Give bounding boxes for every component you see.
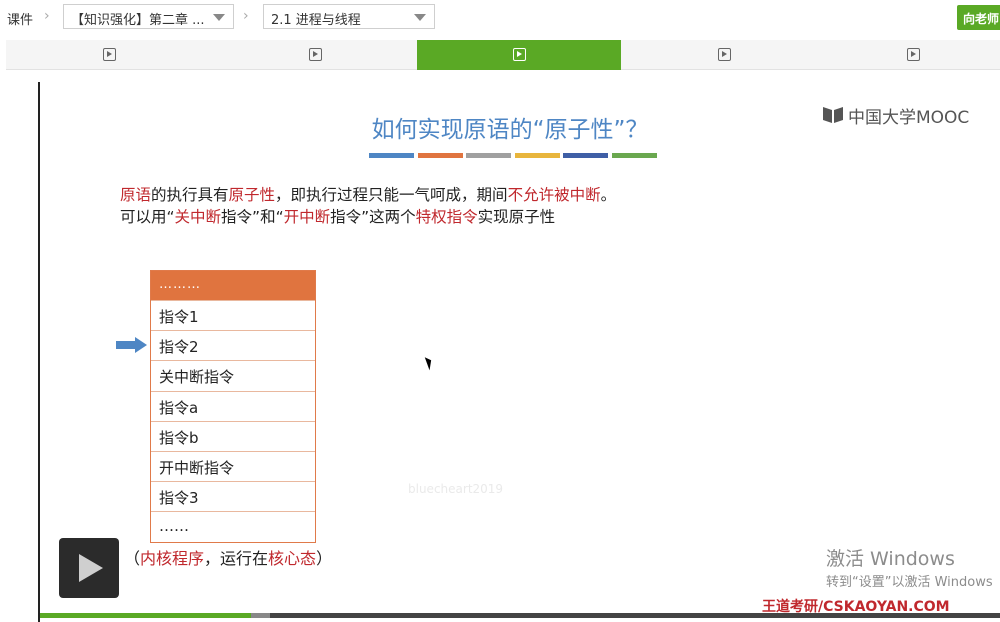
instruction-row: ……	[151, 511, 315, 542]
play-icon	[79, 554, 103, 582]
body-text: 实现原子性	[477, 208, 556, 226]
windows-activation-subtitle: 转到“设置”以激活 Windows	[826, 575, 993, 590]
body-text: 。	[600, 186, 617, 204]
instruction-table-header: ………	[151, 271, 315, 300]
video-icon	[308, 48, 322, 61]
highlight-text: 开中断	[283, 208, 331, 226]
body-text: ）	[316, 549, 333, 568]
video-icon	[907, 48, 920, 61]
slide-line-1: 原语的执行具有原子性，即执行过程只能一气呵成，期间不允许被中断。	[120, 183, 616, 205]
mooc-logo-text: 中国大学MOOC	[848, 108, 970, 128]
instruction-row: 指令3	[151, 481, 315, 512]
body-text: ，运行在	[204, 549, 269, 568]
unit-tab-4[interactable]	[621, 40, 826, 70]
progress-buffered	[251, 613, 271, 618]
instruction-row: 指令a	[151, 390, 315, 421]
highlight-text: 不允许被中断	[507, 186, 601, 204]
arrow-right-icon	[116, 337, 147, 353]
video-border	[38, 82, 40, 622]
video-icon	[513, 48, 526, 61]
body-text: （	[124, 549, 141, 568]
highlight-text: 内核程序	[140, 549, 205, 568]
instruction-table: ……… 指令1 指令2 关中断指令 指令a 指令b 开中断指令 指令3……	[150, 270, 316, 543]
ask-teacher-button[interactable]: 向老师	[957, 5, 1000, 30]
slide-watermark: bluecheart2019	[408, 482, 504, 496]
windows-activation-title: 激活 Windows	[826, 548, 955, 570]
highlight-text: 关中断	[174, 208, 222, 226]
progress-played	[40, 613, 252, 618]
highlight-text: 原子性	[228, 186, 276, 204]
unit-tab-2[interactable]	[212, 40, 417, 70]
instruction-row: 开中断指令	[151, 450, 315, 482]
highlight-text: 特权指令	[415, 208, 478, 226]
video-icon	[717, 48, 731, 61]
unit-tab-1[interactable]	[6, 40, 212, 70]
instruction-row: 关中断指令	[151, 360, 315, 391]
color-bar-segment	[417, 153, 463, 158]
mooc-logo: 中国大学MOOC	[822, 101, 972, 128]
chevron-down-icon	[213, 14, 225, 21]
unit-tabs	[6, 40, 1000, 70]
body-text: 可以用“	[120, 208, 175, 226]
color-bar-segment	[563, 153, 608, 158]
chapter-select-value: 【知识强化】第二章 ...	[71, 13, 205, 28]
chevron-right-icon: ›	[44, 8, 50, 24]
body-text: 指令”这两个	[330, 208, 416, 226]
slide-line-2: 可以用“关中断指令”和“开中断指令”这两个特权指令实现原子性	[120, 205, 555, 227]
breadcrumb: 课件 › 【知识强化】第二章 ... › 2.1 进程与线程 向老师	[0, 0, 1000, 36]
chapter-select[interactable]: 【知识强化】第二章 ...	[63, 4, 234, 29]
chevron-right-icon: ›	[243, 8, 249, 24]
instruction-row: 指令b	[151, 420, 315, 451]
slide-title: 如何实现原语的“原子性”？	[371, 117, 649, 143]
book-icon	[823, 107, 843, 123]
color-bar-segment	[466, 153, 511, 158]
lesson-select-value: 2.1 进程与线程	[271, 13, 361, 28]
progress-bar[interactable]	[40, 613, 1000, 618]
instruction-row: 指令2	[151, 330, 315, 361]
breadcrumb-root[interactable]: 课件	[7, 9, 33, 28]
body-text: 指令”和“	[221, 208, 284, 226]
highlight-text: 原语	[120, 186, 152, 204]
color-bar-segment	[611, 153, 657, 158]
body-text: ，即执行过程只能一气呵成，期间	[275, 186, 508, 204]
highlight-text: 核心态	[268, 549, 317, 568]
chevron-down-icon	[414, 14, 426, 21]
unit-tab-5[interactable]	[826, 40, 1000, 70]
color-bar-segment	[369, 153, 414, 158]
color-bar-segment	[514, 153, 560, 158]
unit-tab-3[interactable]	[417, 40, 621, 70]
lesson-select[interactable]: 2.1 进程与线程	[263, 4, 435, 29]
body-text: 的执行具有	[151, 186, 229, 204]
slide-caption: （内核程序，运行在核心态）	[124, 545, 332, 569]
video-icon	[103, 48, 116, 61]
instruction-row: 指令1	[151, 300, 315, 331]
play-button[interactable]	[59, 538, 119, 598]
